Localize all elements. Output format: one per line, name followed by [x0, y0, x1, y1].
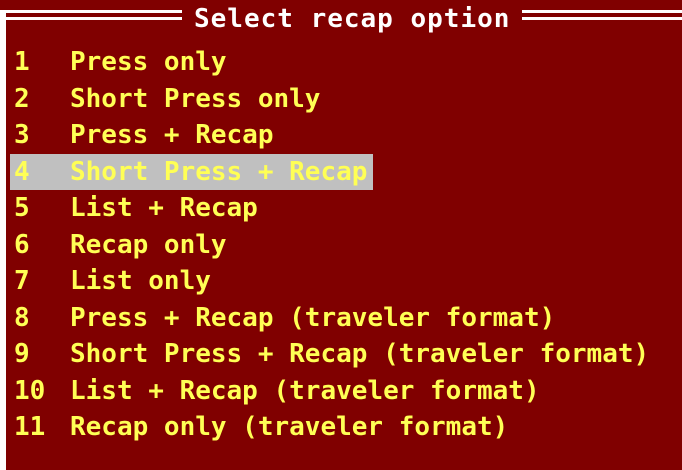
menu-item-label: Recap only (traveler format) — [70, 412, 509, 442]
menu-item-label: Press only — [70, 47, 227, 77]
menu-item-recap-only[interactable]: 6 Recap only — [12, 227, 682, 264]
frame-left-border — [0, 10, 6, 470]
menu-item-list-recap[interactable]: 5 List + Recap — [12, 190, 682, 227]
menu-item-number: 9 — [14, 339, 30, 369]
menu-item-label: Press + Recap — [70, 120, 274, 150]
recap-option-dialog: Select recap option 1 Press only 2 Short P… — [0, 0, 682, 470]
menu-item-label: List only — [70, 266, 211, 296]
menu-item-number: 5 — [14, 193, 30, 223]
menu-item-press-recap[interactable]: 3 Press + Recap — [12, 117, 682, 154]
menu-item-label: Press + Recap (traveler format) — [70, 302, 556, 333]
menu-item-short-press-recap-traveler[interactable]: 9 Short Press + Recap (traveler format) — [12, 336, 682, 373]
menu-item-label: Recap only — [70, 229, 227, 260]
menu-item-recap-only-traveler[interactable]: 11 Recap only (traveler format) — [12, 409, 682, 446]
menu-item-press-recap-traveler[interactable]: 8 Press + Recap (traveler format) — [12, 300, 682, 337]
menu-item-number: 6 — [14, 229, 30, 260]
menu-item-label: Short Press only — [70, 83, 321, 114]
menu-item-label: List + Recap — [70, 193, 258, 223]
menu-item-short-press-only[interactable]: 2 Short Press only — [12, 81, 682, 118]
dialog-title: Select recap option — [182, 0, 523, 38]
menu-item-short-press-recap[interactable]: 4 Short Press + Recap — [10, 153, 373, 190]
menu-item-number: 3 — [14, 120, 30, 150]
menu-item-number: 10 — [14, 375, 46, 406]
menu-item-number: 7 — [14, 266, 30, 296]
menu-item-label: List + Recap (traveler format) — [70, 375, 540, 406]
menu-item-press-only[interactable]: 1 Press only — [12, 44, 682, 81]
menu-item-number: 2 — [14, 83, 30, 114]
menu-item-list-recap-traveler[interactable]: 10 List + Recap (traveler format) — [12, 373, 682, 410]
menu-item-label: Short Press + Recap (traveler format) — [70, 339, 650, 369]
menu-item-number: 11 — [14, 412, 46, 442]
menu-item-number: 4 — [14, 156, 30, 187]
menu-item-number: 1 — [14, 47, 30, 77]
menu-item-list-only[interactable]: 7 List only — [12, 263, 682, 300]
recap-option-list: 1 Press only 2 Short Press only 3 Press + R… — [10, 44, 682, 446]
menu-item-number: 8 — [14, 302, 30, 333]
menu-item-label: Short Press + Recap — [70, 156, 368, 187]
